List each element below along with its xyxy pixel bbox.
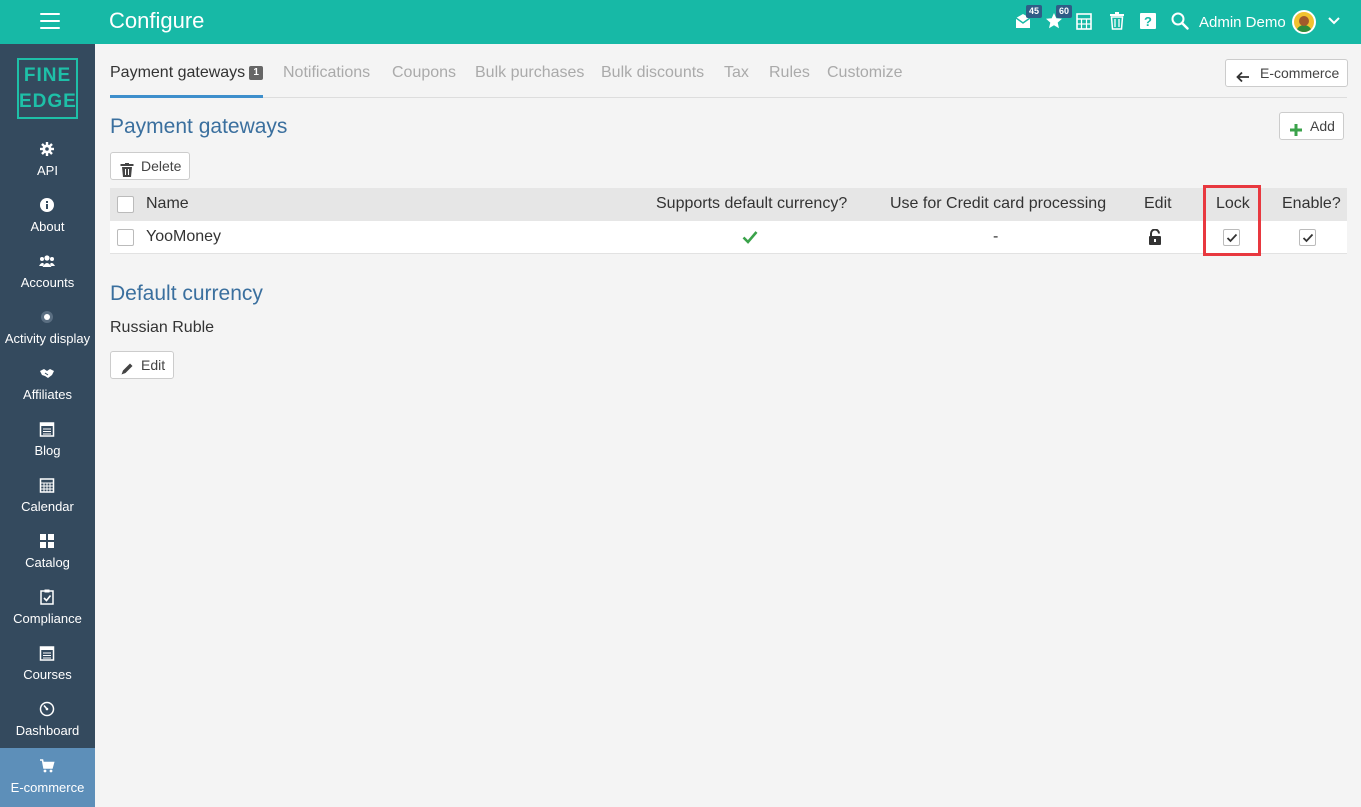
cart-icon	[39, 758, 55, 774]
tab-count-badge: 1	[249, 66, 264, 80]
tab-bulk-discounts[interactable]: Bulk discounts	[601, 64, 704, 82]
tab-payment-gateways[interactable]: Payment gateways 1	[110, 64, 264, 82]
lock-column-highlight	[1203, 185, 1261, 256]
top-bar: Configure 45 60 ? Admin Demo	[0, 0, 1361, 44]
activity-icon	[39, 309, 55, 325]
delete-button[interactable]: Delete	[110, 152, 191, 180]
back-to-e-commerce-button[interactable]: E-commerce	[1225, 59, 1349, 87]
sidebar-item-blog[interactable]: Blog	[0, 421, 95, 477]
sidebar-item-courses[interactable]: Courses	[0, 645, 95, 701]
sidebar: FINE EDGE API About Accounts Activity di…	[0, 44, 95, 807]
fine-edge-logo[interactable]: FINE EDGE	[17, 58, 78, 119]
edit-currency-button[interactable]: Edit	[110, 351, 175, 379]
default-currency-value: Russian Ruble	[110, 319, 215, 336]
blog-icon	[39, 421, 55, 437]
pencil-icon	[120, 358, 134, 375]
tab-customize[interactable]: Customize	[827, 64, 903, 82]
sidebar-item-catalog[interactable]: Catalog	[0, 533, 95, 589]
sidebar-item-api[interactable]: API	[0, 141, 95, 197]
column-header-supports-default-currency: Supports default currency?	[656, 195, 848, 212]
sidebar-item-activity-display[interactable]: Activity display	[0, 309, 95, 365]
table-row: YooMoney -	[110, 221, 1347, 254]
help-icon[interactable]: ?	[1140, 12, 1160, 32]
sidebar-item-compliance[interactable]: Compliance	[0, 589, 95, 645]
page-title: Configure	[109, 8, 205, 33]
users-icon	[39, 253, 55, 269]
column-header-edit: Edit	[1144, 195, 1172, 212]
sidebar-item-calendar[interactable]: Calendar	[0, 477, 95, 533]
tab-bulk-purchases[interactable]: Bulk purchases	[475, 64, 584, 82]
unlock-icon[interactable]	[1147, 228, 1163, 250]
trash-icon	[120, 159, 134, 177]
courses-icon	[39, 645, 55, 661]
dashboard-icon	[39, 701, 55, 717]
tab-coupons[interactable]: Coupons	[392, 64, 456, 82]
check-icon	[742, 230, 758, 249]
messages-icon[interactable]: 45	[1014, 5, 1043, 32]
column-header-credit-card-processing: Use for Credit card processing	[890, 195, 1107, 212]
tab-tax[interactable]: Tax	[724, 64, 749, 82]
calendar-grid-icon[interactable]	[1076, 12, 1096, 32]
calendar-icon	[39, 477, 55, 493]
messages-count-badge: 45	[1026, 5, 1043, 18]
credit-card-value: -	[993, 228, 999, 245]
gateway-name[interactable]: YooMoney	[146, 228, 221, 246]
user-avatar[interactable]	[1292, 10, 1316, 34]
star-icon[interactable]: 60	[1045, 5, 1073, 32]
tab-notifications[interactable]: Notifications	[283, 64, 370, 82]
grid-icon	[39, 533, 55, 549]
tab-rules[interactable]: Rules	[769, 64, 810, 82]
plus-icon	[1289, 119, 1303, 136]
enable-checkbox[interactable]	[1299, 229, 1316, 246]
chevron-down-icon[interactable]	[1327, 14, 1341, 28]
tab-bar: Payment gateways 1 Notifications Coupons …	[110, 60, 1347, 98]
clipboard-check-icon	[39, 589, 55, 605]
default-currency-heading: Default currency	[110, 282, 263, 305]
info-icon	[39, 197, 55, 213]
svg-text:?: ?	[1144, 14, 1152, 29]
add-button[interactable]: Add	[1279, 112, 1344, 140]
row-select-checkbox[interactable]	[117, 229, 134, 246]
handshake-icon	[39, 365, 55, 381]
column-header-name[interactable]: Name	[146, 195, 189, 213]
sidebar-item-e-commerce[interactable]: E-commerce	[0, 748, 95, 807]
trash-icon[interactable]	[1109, 12, 1129, 32]
sidebar-item-about[interactable]: About	[0, 197, 95, 253]
notifications-count-badge: 60	[1056, 5, 1073, 18]
user-name[interactable]: Admin Demo	[1199, 14, 1286, 31]
active-tab-underline	[110, 95, 263, 98]
hamburger-menu-icon[interactable]	[40, 13, 60, 31]
table-header: Name Supports default currency? Use for …	[110, 188, 1347, 221]
search-icon[interactable]	[1171, 12, 1191, 32]
select-all-checkbox[interactable]	[117, 196, 134, 213]
sidebar-item-accounts[interactable]: Accounts	[0, 253, 95, 309]
gear-icon	[39, 141, 55, 157]
payment-gateways-heading: Payment gateways	[110, 115, 288, 138]
sidebar-item-affiliates[interactable]: Affiliates	[0, 365, 95, 421]
arrow-left-icon	[1236, 66, 1250, 83]
column-header-enable: Enable?	[1282, 195, 1341, 212]
